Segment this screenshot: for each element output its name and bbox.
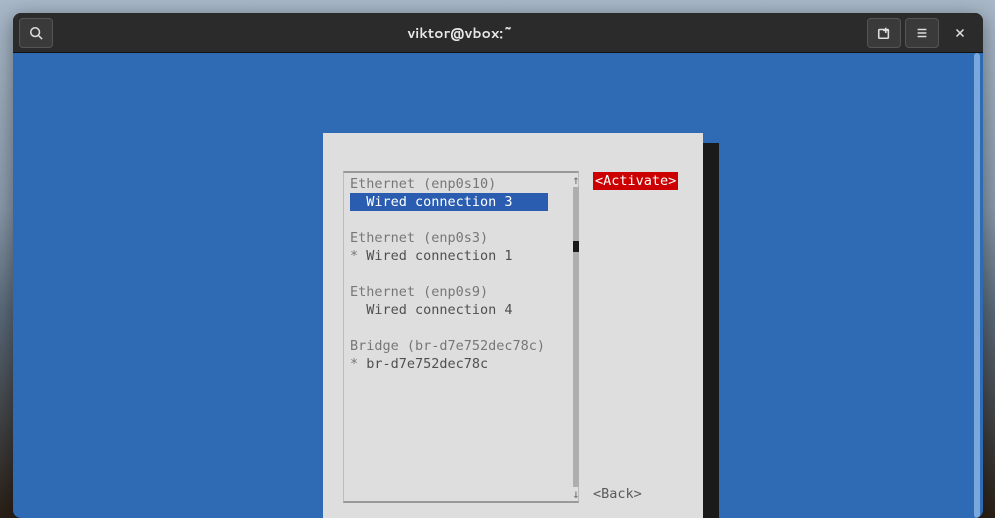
group-header: Ethernet (enp0s3) [350, 229, 574, 247]
terminal-scrollbar-thumb[interactable] [974, 53, 980, 518]
titlebar: viktor@vbox:~ [13, 13, 983, 53]
terminal-viewport[interactable]: Ethernet (enp0s10) Wired connection 3 Et… [13, 53, 983, 518]
window-title: viktor@vbox:~ [57, 23, 863, 43]
connection-list: Ethernet (enp0s10) Wired connection 3 Et… [343, 171, 579, 503]
connection-item[interactable]: Wired connection 3 [350, 193, 574, 211]
back-button[interactable]: <Back> [593, 486, 642, 502]
activate-button[interactable]: <Activate> [593, 172, 678, 190]
group-header: Ethernet (enp0s9) [350, 283, 574, 301]
connection-item[interactable]: Wired connection 4 [350, 301, 574, 319]
nmtui-dialog: Ethernet (enp0s10) Wired connection 3 Et… [323, 133, 703, 518]
search-button[interactable] [19, 18, 53, 48]
scroll-down-arrow[interactable]: ↓ [572, 487, 579, 501]
group-header: Bridge (br-d7e752dec78c) [350, 337, 574, 355]
scroll-track[interactable] [573, 187, 579, 487]
connection-item[interactable]: * Wired connection 1 [350, 247, 574, 265]
terminal-scrollbar[interactable] [971, 53, 983, 518]
group-header: Ethernet (enp0s10) [350, 175, 574, 193]
terminal-window: viktor@vbox:~ Ethernet (enp0s10) [13, 13, 983, 518]
scroll-up-arrow[interactable]: ↑ [572, 173, 579, 187]
list-scrollbar[interactable]: ↑ ↓ [572, 173, 580, 501]
scroll-thumb[interactable] [573, 241, 579, 252]
connection-item[interactable]: * br-d7e752dec78c [350, 355, 574, 373]
new-tab-button[interactable] [867, 18, 901, 48]
menu-button[interactable] [905, 18, 939, 48]
close-button[interactable] [943, 18, 977, 48]
